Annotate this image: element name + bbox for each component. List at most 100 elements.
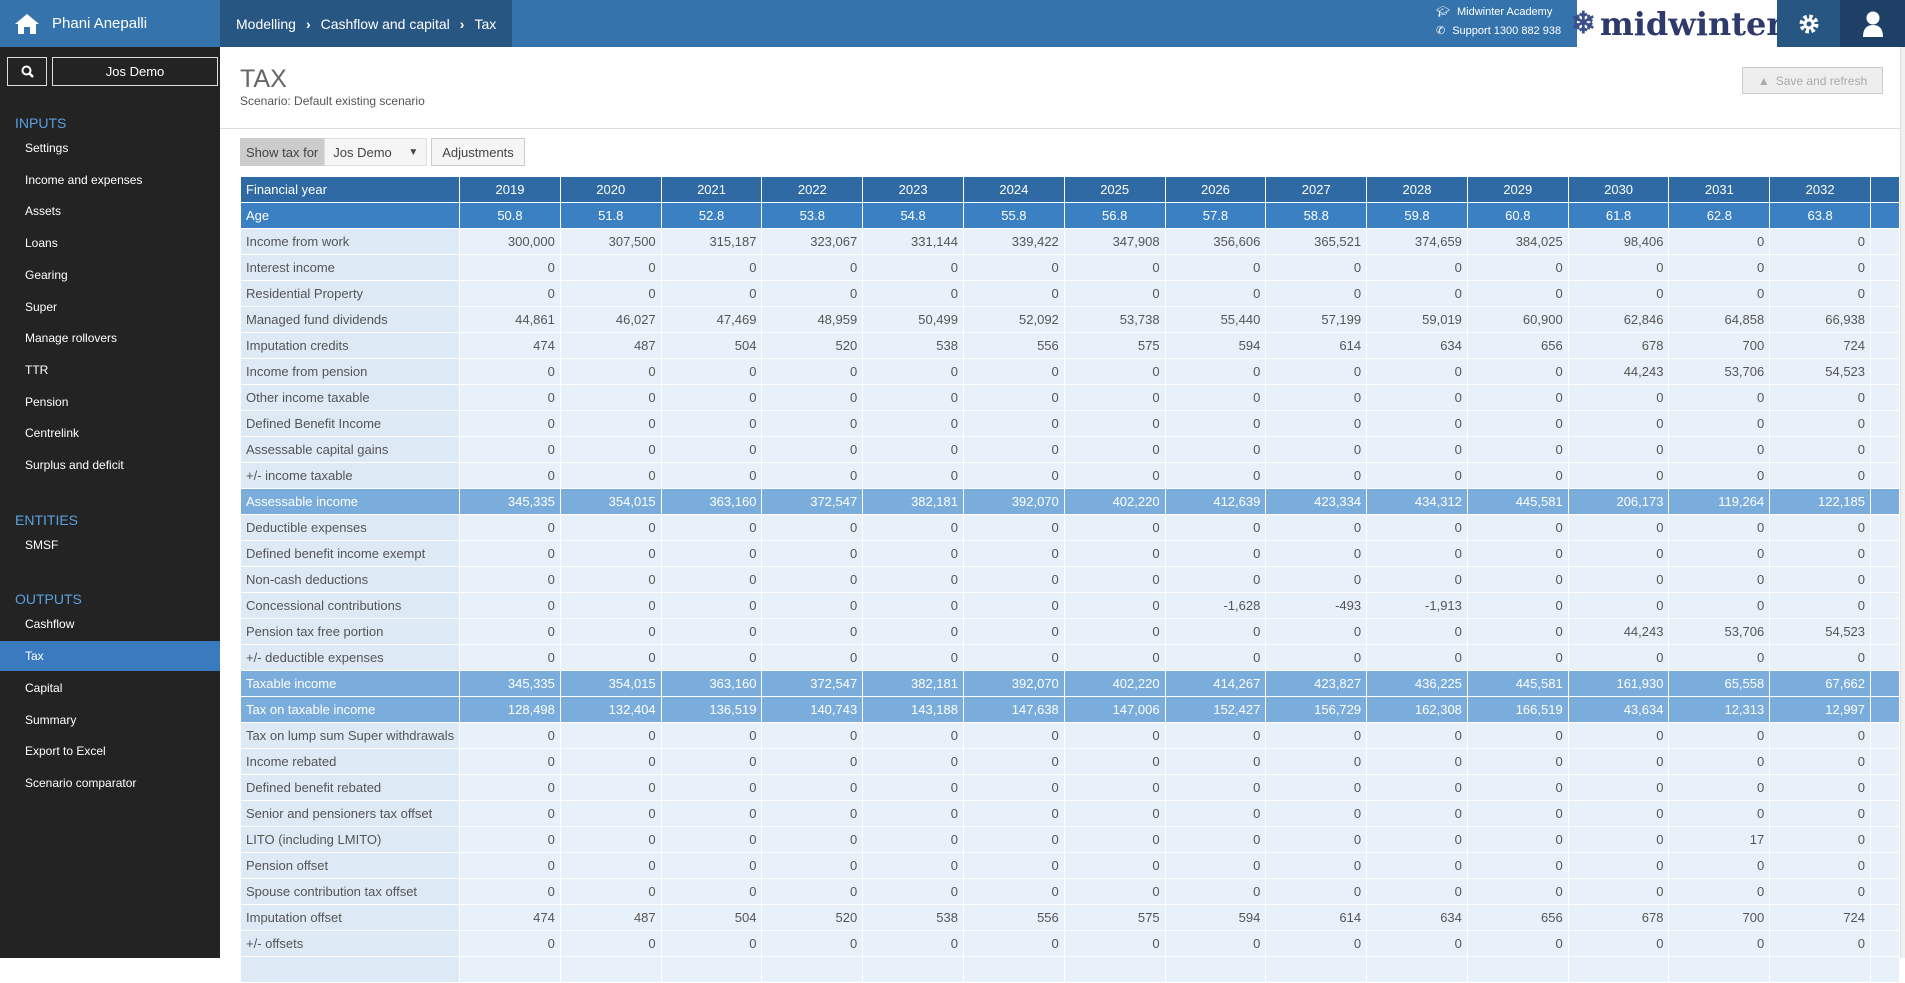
cell-value: 345,335 (459, 670, 561, 697)
cell-value: 0 (1567, 280, 1670, 307)
cell-value: 0 (660, 748, 763, 775)
cell-value: 0 (1164, 826, 1267, 853)
sidebar-item-income-and-expenses[interactable]: Income and expenses (0, 165, 220, 195)
sidebar-item-capital[interactable]: Capital (0, 673, 220, 703)
table-row: Assessable income 345,335 354,015 363,160 37… (239, 488, 1900, 515)
sidebar-item-scenario-comparator[interactable]: Scenario comparator (0, 768, 220, 798)
cell-value: 0 (1366, 878, 1468, 905)
cell-value: 474 (459, 332, 561, 359)
cell-value: 0 (1567, 384, 1670, 411)
sidebar-section-title: INPUTS (15, 115, 67, 131)
cell-value: 0 (963, 852, 1065, 879)
spacer-cell (1870, 826, 1900, 853)
cell-value: 0 (1366, 280, 1468, 307)
home-link[interactable]: Phani Anepalli (0, 0, 220, 47)
cell-value: 315,187 (660, 228, 763, 255)
spacer-cell (1870, 644, 1900, 671)
cell-value: 59,019 (1366, 306, 1468, 333)
academy-link[interactable]: 🎓︎ Midwinter Academy (1436, 3, 1561, 22)
breadcrumb-cashflow[interactable]: Cashflow and capital (321, 16, 450, 32)
spacer-cell (1870, 696, 1900, 723)
spacer-cell (1870, 280, 1900, 307)
cell-value: 594 (1164, 332, 1267, 359)
save-and-refresh-button[interactable]: ▲ Save and refresh (1742, 67, 1883, 94)
cell-value: 0 (963, 462, 1065, 489)
breadcrumb-modelling[interactable]: Modelling (236, 16, 296, 32)
sidebar-item-cashflow[interactable]: Cashflow (0, 609, 220, 639)
caret-down-icon: ▼ (408, 146, 419, 158)
cell-value: 0 (761, 618, 864, 645)
scrollbar[interactable] (1900, 47, 1905, 958)
cell-value: 136,519 (660, 696, 763, 723)
cell-value: 65,558 (1668, 670, 1771, 697)
cell-value: 0 (963, 748, 1065, 775)
cell-value: 0 (963, 592, 1065, 619)
sidebar-item-surplus-and-deficit[interactable]: Surplus and deficit (0, 450, 220, 480)
sidebar-item-centrelink[interactable]: Centrelink (0, 418, 220, 448)
cell-value: 0 (1265, 410, 1368, 437)
person-select[interactable]: Jos Demo ▼ (324, 138, 428, 166)
cell-value (459, 956, 561, 983)
spacer-cell (1870, 800, 1900, 827)
table-row: Tax on taxable income 128,498 132,404 136,5… (239, 696, 1900, 723)
cell-value: 0 (559, 826, 662, 853)
cell-value: 504 (660, 904, 763, 931)
sidebar-item-pension[interactable]: Pension (0, 387, 220, 417)
spacer-cell (1870, 228, 1900, 255)
cell-value: 0 (1668, 800, 1771, 827)
sidebar-item-tax[interactable]: Tax (0, 641, 220, 672)
cell-value: 0 (1668, 410, 1771, 437)
cell-value: 724 (1769, 904, 1872, 931)
cell-value: 0 (1265, 644, 1368, 671)
cell-value: 634 (1366, 904, 1468, 931)
row-label: Tax on lump sum Super withdrawals (239, 722, 461, 749)
cell-value: 0 (459, 722, 561, 749)
cell-value: 0 (1769, 462, 1872, 489)
cell-value: 614 (1265, 904, 1368, 931)
cell-value: 0 (1164, 852, 1267, 879)
cell-value: 423,827 (1265, 670, 1368, 697)
cell-value: 700 (1668, 904, 1771, 931)
sidebar-item-export-to-excel[interactable]: Export to Excel (0, 736, 220, 766)
table-row: Non-cash deductions 0 0 0 0 0 0 0 0 0 0 0 0 0 0 (239, 566, 1900, 593)
spacer-cell (1870, 332, 1900, 359)
cell-value: 0 (660, 774, 763, 801)
cell-value: 0 (1366, 462, 1468, 489)
spacer-cell (1870, 956, 1900, 983)
cell-value: 0 (1466, 644, 1569, 671)
cell-value: 0 (761, 826, 864, 853)
cell-value: 0 (1265, 358, 1368, 385)
settings-button[interactable] (1777, 0, 1840, 47)
row-label: Taxable income (239, 670, 461, 697)
sidebar-item-settings[interactable]: Settings (0, 133, 220, 163)
sidebar-item-super[interactable]: Super (0, 292, 220, 322)
cell-value: 53,706 (1668, 358, 1771, 385)
top-bar: Phani Anepalli Modelling › Cashflow and … (0, 0, 1905, 47)
search-button[interactable] (7, 57, 47, 86)
cell-value: 345,335 (459, 488, 561, 515)
sidebar-item-smsf[interactable]: SMSF (0, 530, 220, 560)
cell-value: 0 (559, 774, 662, 801)
support-label: Support 1300 882 938 (1452, 25, 1562, 37)
cell-value: 166,519 (1466, 696, 1569, 723)
sidebar-item-gearing[interactable]: Gearing (0, 260, 220, 290)
cell-value: 0 (660, 618, 763, 645)
adjustments-button[interactable]: Adjustments (431, 138, 525, 166)
support-link[interactable]: ✆ Support 1300 882 938 (1436, 22, 1561, 41)
cell-value: 0 (459, 514, 561, 541)
user-menu-button[interactable] (1840, 0, 1905, 47)
sidebar-item-loans[interactable]: Loans (0, 228, 220, 258)
row-label: Pension offset (239, 852, 461, 879)
cell-value: 0 (1668, 254, 1771, 281)
sidebar-item-assets[interactable]: Assets (0, 196, 220, 226)
sidebar-item-ttr[interactable]: TTR (0, 355, 220, 385)
phone-icon: ✆ (1436, 25, 1446, 37)
cell-value: 0 (1668, 852, 1771, 879)
sidebar-item-manage-rollovers[interactable]: Manage rollovers (0, 323, 220, 353)
cell-value: 0 (1366, 722, 1468, 749)
cell-value: 0 (1366, 254, 1468, 281)
sidebar-item-summary[interactable]: Summary (0, 705, 220, 735)
cell-value: 0 (559, 930, 662, 957)
cell-value: 372,547 (761, 488, 864, 515)
client-selector[interactable]: Jos Demo (52, 57, 218, 86)
